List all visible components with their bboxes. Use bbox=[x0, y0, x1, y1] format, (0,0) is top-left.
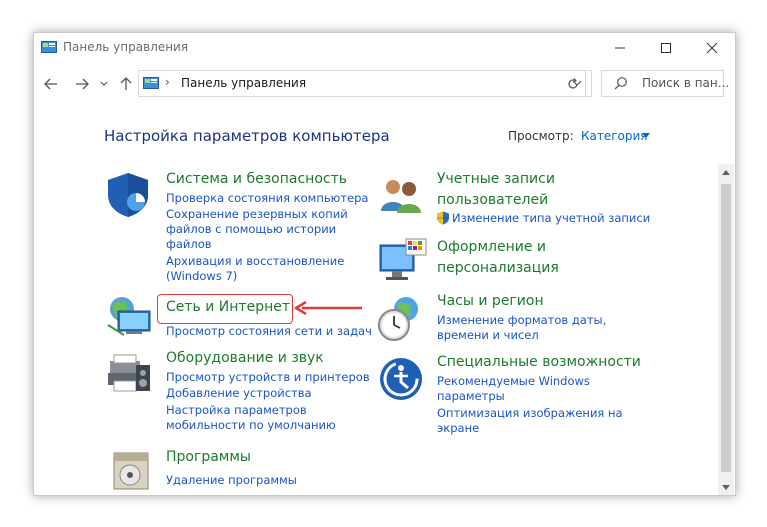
link-add-device[interactable]: Добавление устройства bbox=[166, 386, 312, 401]
scroll-down-button[interactable] bbox=[718, 479, 734, 495]
view-by-dropdown[interactable]: Категория bbox=[581, 129, 648, 143]
close-button[interactable] bbox=[689, 33, 735, 63]
control-panel-window: Панель управления › Панель управления По… bbox=[33, 32, 736, 496]
programs-icon[interactable] bbox=[108, 445, 154, 491]
scroll-up-arrow-icon bbox=[722, 169, 730, 175]
category-user-accounts[interactable]: пользователей bbox=[437, 190, 548, 211]
vertical-scrollbar[interactable] bbox=[718, 164, 734, 495]
breadcrumb-separator[interactable]: › bbox=[165, 75, 170, 89]
page-title: Настройка параметров компьютера bbox=[104, 127, 390, 145]
link-backup-restore[interactable]: Архивация и восстановление bbox=[166, 254, 344, 269]
link-backup-files[interactable]: файлов bbox=[166, 237, 212, 252]
monitor-palette-icon[interactable] bbox=[378, 237, 428, 285]
link-change-date-formats[interactable]: времени и чисел bbox=[437, 328, 539, 343]
arrow-up-icon bbox=[120, 77, 132, 90]
annotation-arrow-icon bbox=[294, 300, 362, 316]
category-user-accounts[interactable]: Учетные записи bbox=[437, 169, 555, 190]
control-panel-icon bbox=[41, 41, 57, 53]
category-appearance[interactable]: Оформление и bbox=[437, 237, 546, 258]
link-optimize-display[interactable]: Оптимизация изображения на bbox=[437, 406, 623, 421]
back-button[interactable] bbox=[40, 73, 62, 95]
link-backup-files[interactable]: файлов с помощью истории bbox=[166, 222, 336, 237]
users-icon[interactable] bbox=[378, 175, 424, 215]
control-panel-icon bbox=[143, 77, 159, 89]
scroll-down-arrow-icon bbox=[722, 484, 730, 490]
minimize-button[interactable] bbox=[597, 33, 643, 63]
maximize-button[interactable] bbox=[643, 33, 689, 63]
category-network-internet[interactable]: Сеть и Интернет bbox=[166, 297, 290, 318]
scroll-up-button[interactable] bbox=[718, 164, 734, 180]
search-placeholder: Поиск в пан... bbox=[642, 76, 730, 90]
category-system-security[interactable]: Система и безопасность bbox=[166, 169, 347, 190]
link-mobility-settings[interactable]: Настройка параметров bbox=[166, 403, 307, 418]
arrow-right-icon bbox=[76, 78, 89, 90]
window-title: Панель управления bbox=[63, 40, 189, 54]
link-backup-files[interactable]: Сохранение резервных копий bbox=[166, 207, 348, 222]
search-box[interactable]: Поиск в пан... bbox=[601, 70, 729, 97]
minimize-icon bbox=[615, 47, 625, 49]
close-icon bbox=[706, 42, 718, 54]
link-check-computer-status[interactable]: Проверка состояния компьютера bbox=[166, 191, 368, 206]
category-hardware-sound[interactable]: Оборудование и звук bbox=[166, 348, 324, 369]
triangle-down-icon[interactable] bbox=[642, 133, 650, 138]
link-backup-restore[interactable]: (Windows 7) bbox=[166, 269, 237, 284]
link-devices-printers[interactable]: Просмотр устройств и принтеров bbox=[166, 370, 370, 385]
link-optimize-display[interactable]: экране bbox=[437, 421, 479, 436]
up-button[interactable] bbox=[115, 73, 137, 95]
link-recommended-settings[interactable]: параметры bbox=[437, 389, 505, 404]
arrow-left-icon bbox=[44, 78, 57, 90]
search-icon bbox=[614, 77, 627, 90]
title-bar[interactable]: Панель управления bbox=[34, 33, 735, 63]
category-ease-of-access[interactable]: Специальные возможности bbox=[437, 352, 641, 373]
address-bar[interactable]: › Панель управления bbox=[138, 70, 592, 97]
printer-icon[interactable] bbox=[104, 351, 154, 397]
category-appearance[interactable]: персонализация bbox=[437, 258, 559, 279]
accessibility-icon[interactable] bbox=[378, 356, 424, 402]
refresh-button[interactable] bbox=[561, 70, 586, 97]
view-by-label: Просмотр: bbox=[508, 129, 574, 143]
uac-shield-icon bbox=[437, 211, 449, 225]
network-icon[interactable] bbox=[104, 295, 154, 339]
refresh-icon bbox=[568, 77, 578, 89]
recent-locations-button[interactable] bbox=[97, 73, 111, 95]
link-network-status[interactable]: Просмотр состояния сети и задач bbox=[166, 324, 372, 339]
category-clock-region[interactable]: Часы и регион bbox=[437, 291, 544, 312]
breadcrumb-control-panel[interactable]: Панель управления bbox=[181, 76, 306, 90]
link-mobility-settings[interactable]: мобильности по умолчанию bbox=[166, 418, 336, 433]
link-recommended-settings[interactable]: Рекомендуемые Windows bbox=[437, 374, 590, 389]
link-change-account-type[interactable]: Изменение типа учетной записи bbox=[452, 211, 650, 226]
maximize-icon bbox=[661, 43, 671, 53]
forward-button[interactable] bbox=[71, 73, 93, 95]
link-change-date-formats[interactable]: Изменение форматов даты, bbox=[437, 313, 606, 328]
chevron-down-icon bbox=[100, 81, 108, 86]
shield-icon[interactable] bbox=[104, 171, 152, 219]
link-uninstall-program[interactable]: Удаление программы bbox=[166, 473, 297, 488]
scroll-thumb[interactable] bbox=[721, 184, 731, 472]
category-programs[interactable]: Программы bbox=[166, 447, 251, 468]
clock-globe-icon[interactable] bbox=[376, 295, 426, 343]
